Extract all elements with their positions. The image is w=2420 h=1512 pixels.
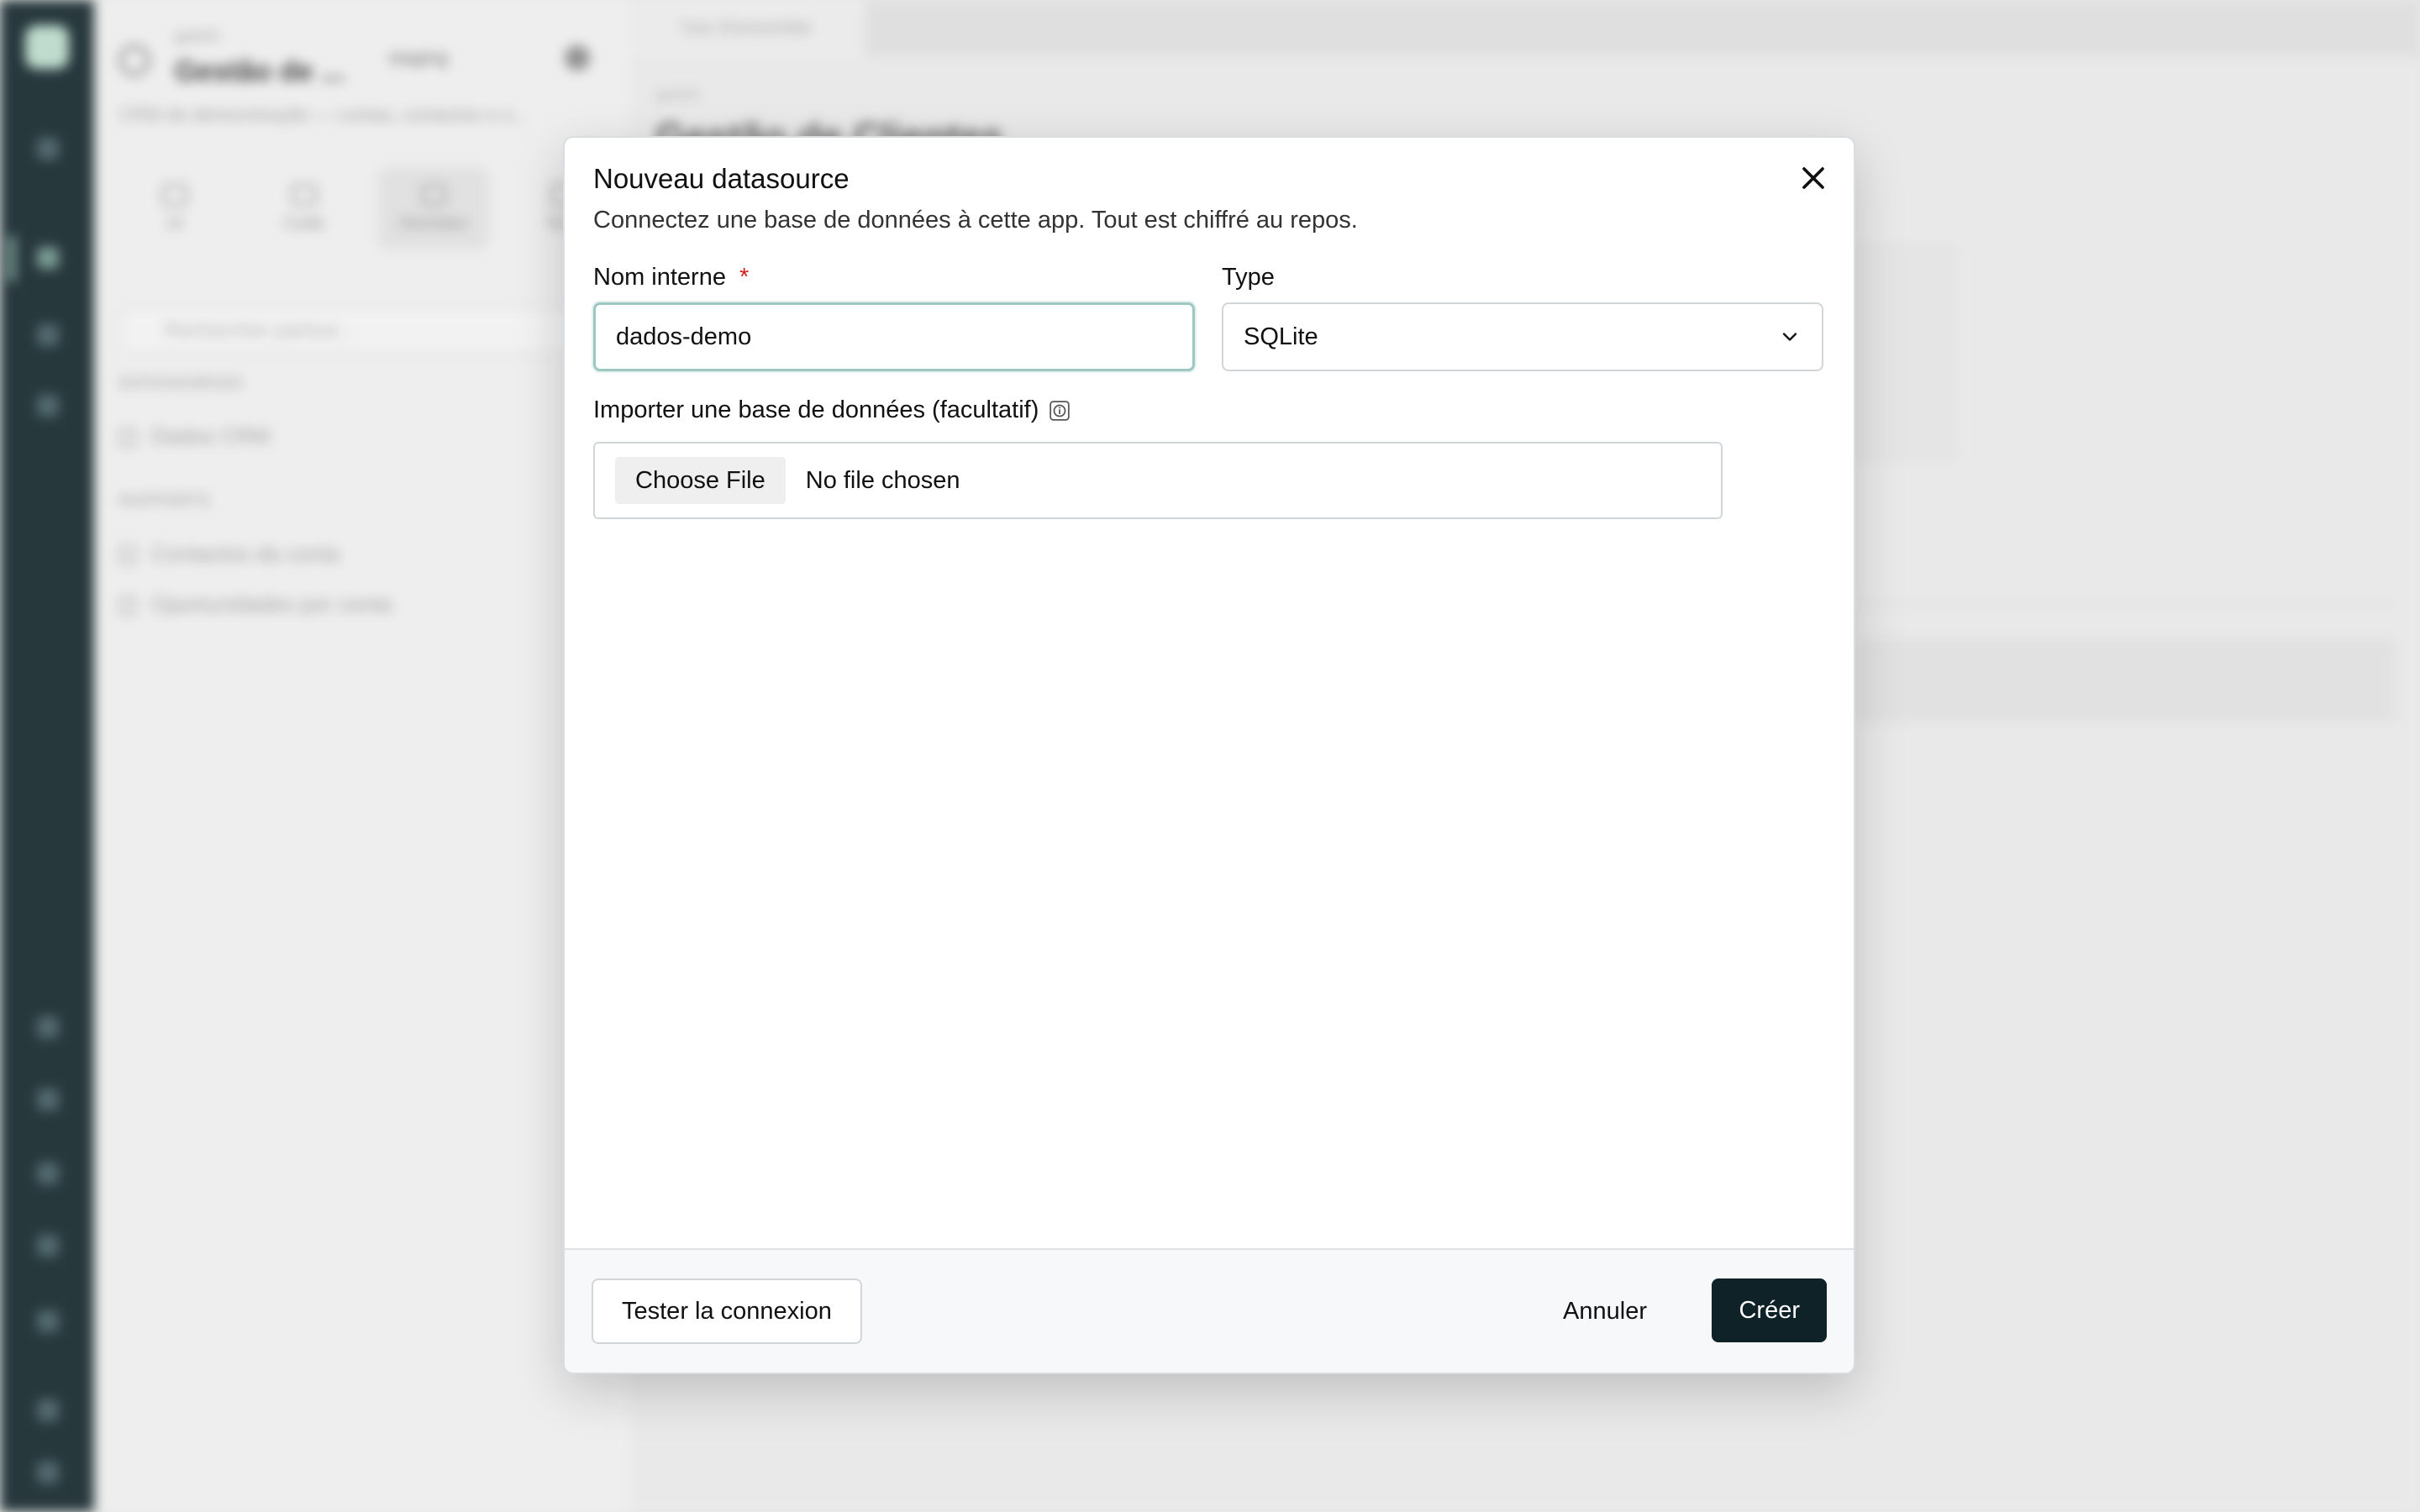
name-label-text: Nom interne <box>593 264 726 291</box>
cancel-button[interactable]: Annuler <box>1538 1278 1672 1344</box>
type-select[interactable]: SQLite <box>1222 302 1823 371</box>
name-field-label: Nom interne * <box>593 264 749 291</box>
close-icon <box>1802 167 1824 189</box>
dialog-title: Nouveau datasource <box>593 163 850 194</box>
choose-file-button[interactable]: Choose File <box>615 457 786 504</box>
import-label-text: Importer une base de données (facultatif… <box>593 396 1039 423</box>
required-mark: * <box>739 264 750 291</box>
close-button[interactable] <box>1795 160 1832 197</box>
info-icon[interactable] <box>1049 400 1071 422</box>
file-status: No file chosen <box>805 466 960 494</box>
dialog-subtitle: Connectez une base de données à cette ap… <box>593 207 1358 234</box>
type-field-label: Type <box>1222 264 1275 291</box>
import-field-label: Importer une base de données (facultatif… <box>593 396 1071 424</box>
dialog-footer: Tester la connexion Annuler Créer <box>565 1248 1854 1373</box>
file-input[interactable]: Choose File No file chosen <box>593 442 1723 519</box>
type-select-value: SQLite <box>1244 323 1318 350</box>
create-button[interactable]: Créer <box>1712 1278 1827 1342</box>
test-connection-button[interactable]: Tester la connexion <box>592 1278 862 1344</box>
internal-name-input[interactable] <box>593 302 1195 371</box>
chevron-down-icon <box>1782 333 1797 341</box>
new-datasource-dialog: Nouveau datasource Connectez une base de… <box>563 136 1855 1374</box>
